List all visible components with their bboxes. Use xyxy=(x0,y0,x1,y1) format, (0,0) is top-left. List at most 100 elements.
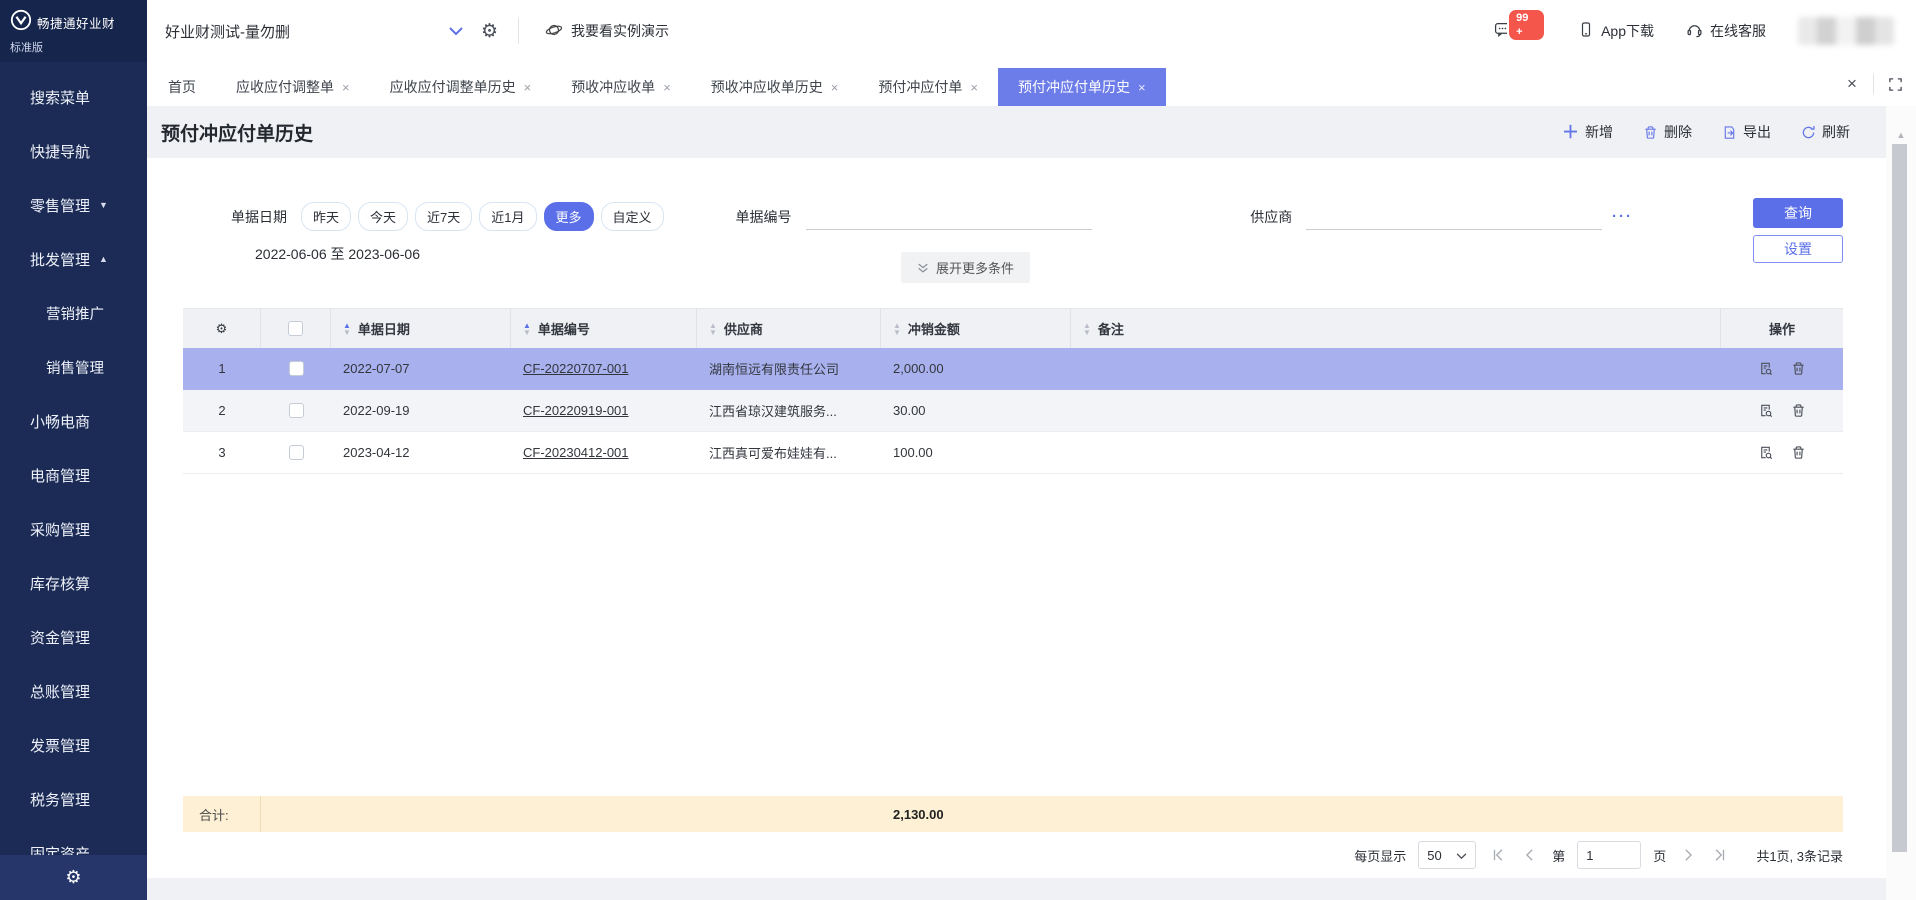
sidebar-item-sales-mgmt[interactable]: 销售管理 xyxy=(0,340,147,394)
tab-ar-ap-adjustment[interactable]: 应收应付调整单× xyxy=(216,68,370,106)
tab-home[interactable]: 首页 xyxy=(148,68,216,106)
col-header-amount[interactable]: ▲▼ 冲销金额 xyxy=(881,308,1071,348)
next-page-icon[interactable] xyxy=(1678,848,1698,862)
view-detail-icon[interactable] xyxy=(1758,361,1773,376)
delete-row-icon[interactable] xyxy=(1791,403,1806,418)
close-icon[interactable]: × xyxy=(831,80,839,95)
sidebar-item-invoice-mgmt[interactable]: 发票管理 xyxy=(0,718,147,772)
sidebar-item-inventory-accounting[interactable]: 库存核算 xyxy=(0,556,147,610)
headset-icon xyxy=(1686,21,1703,41)
sidebar-item-tax-mgmt[interactable]: 税务管理 xyxy=(0,772,147,826)
per-page-select[interactable]: 50 xyxy=(1418,841,1476,869)
delete-button[interactable]: 删除 xyxy=(1643,122,1692,142)
delete-row-icon[interactable] xyxy=(1791,445,1806,460)
close-all-tabs-icon[interactable]: × xyxy=(1831,62,1873,106)
page-number-input[interactable] xyxy=(1577,841,1641,869)
pill-more[interactable]: 更多 xyxy=(544,202,594,231)
fullscreen-icon[interactable] xyxy=(1874,62,1916,106)
sort-icons[interactable]: ▲▼ xyxy=(343,322,351,336)
vertical-scrollbar[interactable]: ▲ xyxy=(1886,106,1916,900)
pill-yesterday[interactable]: 昨天 xyxy=(301,202,351,231)
settings-gear-icon[interactable]: ⚙ xyxy=(481,20,498,43)
col-header-supplier[interactable]: ▲▼ 供应商 xyxy=(697,308,881,348)
tab-prereceipt-offset-history[interactable]: 预收冲应收单历史× xyxy=(691,68,859,106)
sidebar-item-retail-mgmt[interactable]: 零售管理▼ xyxy=(0,178,147,232)
sort-icons[interactable]: ▲▼ xyxy=(1083,322,1091,336)
select-all-checkbox[interactable] xyxy=(261,308,331,348)
cell-note xyxy=(1071,432,1721,474)
close-icon[interactable]: × xyxy=(663,80,671,95)
date-range-value[interactable]: 2022-06-06 至 2023-06-06 xyxy=(255,244,420,264)
tab-ar-ap-adjustment-history[interactable]: 应收应付调整单历史× xyxy=(370,68,552,106)
online-service-button[interactable]: 在线客服 xyxy=(1686,21,1766,41)
sort-icons[interactable]: ▲▼ xyxy=(709,322,717,336)
sidebar-item-purchase-mgmt[interactable]: 采购管理 xyxy=(0,502,147,556)
sidebar-item-general-ledger[interactable]: 总账管理 xyxy=(0,664,147,718)
table-row[interactable]: 2 2022-09-19 CF-20220919-001 江西省琼汉建筑服务..… xyxy=(183,390,1843,432)
expand-more-filters-button[interactable]: 展开更多条件 xyxy=(901,252,1030,283)
table-row[interactable]: 3 2023-04-12 CF-20230412-001 江西真可爱布娃娃有..… xyxy=(183,432,1843,474)
sidebar-item-wholesale-mgmt[interactable]: 批发管理▲ xyxy=(0,232,147,286)
tab-prepayment-offset[interactable]: 预付冲应付单× xyxy=(858,68,998,106)
row-checkbox[interactable] xyxy=(261,348,331,390)
view-detail-icon[interactable] xyxy=(1758,403,1773,418)
close-icon[interactable]: × xyxy=(970,80,978,95)
page-suffix: 页 xyxy=(1653,846,1666,865)
table-row[interactable]: 1 2022-07-07 CF-20220707-001 湖南恒远有限责任公司 … xyxy=(183,348,1843,390)
sort-icons[interactable]: ▲▼ xyxy=(523,322,531,336)
sidebar-item-xiaochang-ecommerce[interactable]: 小畅电商 xyxy=(0,394,147,448)
sort-icons[interactable]: ▲▼ xyxy=(893,322,901,336)
sidebar-item-search-menu[interactable]: 搜索菜单 xyxy=(0,70,147,124)
row-checkbox[interactable] xyxy=(261,390,331,432)
first-page-icon[interactable] xyxy=(1488,848,1508,862)
export-button[interactable]: 导出 xyxy=(1722,122,1771,142)
pill-last1month[interactable]: 近1月 xyxy=(479,202,536,231)
sidebar-item-funds-mgmt[interactable]: 资金管理 xyxy=(0,610,147,664)
account-switcher[interactable]: 好业财测试-量勿删 xyxy=(165,21,463,42)
doc-link[interactable]: CF-20220919-001 xyxy=(523,403,629,418)
close-icon[interactable]: × xyxy=(1138,80,1146,95)
refresh-button[interactable]: 刷新 xyxy=(1801,122,1850,142)
pill-today[interactable]: 今天 xyxy=(358,202,408,231)
sidebar-item-quick-nav[interactable]: 快捷导航 xyxy=(0,124,147,178)
scrollbar-thumb[interactable] xyxy=(1892,144,1907,852)
settings-button[interactable]: 设置 xyxy=(1753,235,1843,263)
col-header-code[interactable]: ▲▼ 单据编号 xyxy=(511,308,697,348)
sidebar-item-ecommerce-mgmt[interactable]: 电商管理 xyxy=(0,448,147,502)
doc-link[interactable]: CF-20220707-001 xyxy=(523,361,629,376)
last-page-icon[interactable] xyxy=(1710,848,1730,862)
close-icon[interactable]: × xyxy=(524,80,532,95)
doc-link[interactable]: CF-20230412-001 xyxy=(523,445,629,460)
content-panel: 单据日期 昨天 今天 近7天 近1月 更多 自定义 单据编号 供应商 ··· xyxy=(147,158,1886,878)
col-header-note[interactable]: ▲▼ 备注 xyxy=(1071,308,1721,348)
query-button[interactable]: 查询 xyxy=(1753,198,1843,228)
tab-prereceipt-offset[interactable]: 预收冲应收单× xyxy=(551,68,691,106)
app-logo[interactable]: 畅捷通好业财 标准版 xyxy=(0,0,147,62)
messages-button[interactable]: 消息 99 + xyxy=(1494,21,1546,41)
column-settings-gear[interactable]: ⚙ xyxy=(183,308,261,348)
double-chevron-down-icon xyxy=(917,262,929,274)
delete-row-icon[interactable] xyxy=(1791,361,1806,376)
col-header-actions: 操作 xyxy=(1721,308,1843,348)
sidebar-item-fixed-assets[interactable]: 固定资产 xyxy=(0,826,147,855)
total-label: 合计: xyxy=(183,796,261,832)
user-info-blurred[interactable] xyxy=(1798,17,1894,45)
demo-link-label: 我要看实例演示 xyxy=(571,21,669,41)
scroll-up-arrow[interactable]: ▲ xyxy=(1886,106,1916,140)
app-download-button[interactable]: App下载 xyxy=(1578,21,1654,41)
tab-prepayment-offset-history[interactable]: 预付冲应付单历史× xyxy=(998,68,1166,106)
col-header-date[interactable]: ▲▼ 单据日期 xyxy=(331,308,511,348)
add-button[interactable]: ＋ 新增 xyxy=(1562,122,1613,142)
close-icon[interactable]: × xyxy=(342,80,350,95)
pill-last7days[interactable]: 近7天 xyxy=(415,202,472,231)
demo-link[interactable]: 我要看实例演示 xyxy=(545,21,669,42)
pill-custom[interactable]: 自定义 xyxy=(601,202,664,231)
view-detail-icon[interactable] xyxy=(1758,445,1773,460)
sidebar-settings-bar[interactable]: ⚙ xyxy=(0,855,147,900)
doc-no-input[interactable] xyxy=(806,204,1093,230)
prev-page-icon[interactable] xyxy=(1520,848,1540,862)
sidebar-item-marketing-promo[interactable]: 营销推广 xyxy=(0,286,147,340)
row-checkbox[interactable] xyxy=(261,432,331,474)
supplier-picker-ellipsis[interactable]: ··· xyxy=(1612,208,1633,225)
supplier-input[interactable] xyxy=(1306,204,1602,230)
